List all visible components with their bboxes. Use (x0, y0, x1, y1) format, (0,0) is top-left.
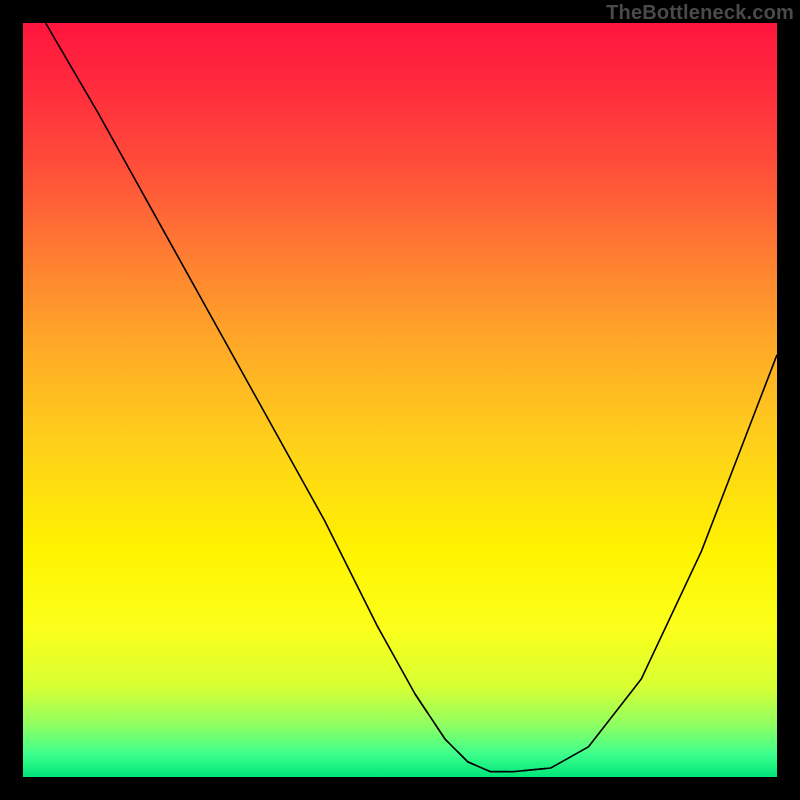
watermark-text: TheBottleneck.com (606, 2, 794, 25)
chart-frame: TheBottleneck.com (0, 0, 800, 800)
curve-line (46, 23, 777, 772)
highlight-marker (415, 694, 551, 772)
chart-svg (23, 23, 777, 777)
